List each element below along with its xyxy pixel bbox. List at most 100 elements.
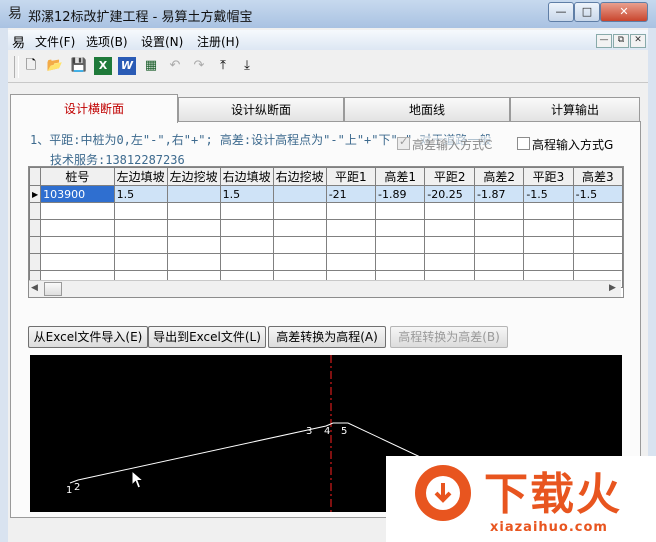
- grid-cell[interactable]: [166, 253, 221, 271]
- column-header[interactable]: 右边填坡: [219, 167, 274, 186]
- new-file-icon[interactable]: 🗋: [22, 57, 40, 75]
- grid-cell[interactable]: [272, 219, 327, 237]
- grid-cell[interactable]: -1.89: [374, 185, 426, 203]
- grid-cell[interactable]: [40, 253, 115, 271]
- row-selector[interactable]: [29, 202, 42, 220]
- grid-cell[interactable]: [219, 236, 274, 254]
- move-down-icon[interactable]: ⤓: [238, 57, 256, 75]
- scroll-left-icon[interactable]: ◀: [31, 283, 38, 293]
- word-icon[interactable]: W: [118, 57, 136, 75]
- table-row[interactable]: ▶ 103900 1.5 1.5 -21 -1.89 -20.25 -1.87 -1.5 -1.5: [29, 185, 623, 203]
- grid-cell[interactable]: -1.5: [572, 185, 623, 203]
- row-selector[interactable]: ▶: [29, 185, 42, 203]
- export-excel-button[interactable]: 导出到Excel文件(L): [148, 326, 266, 348]
- diff-to-elevation-button[interactable]: 高差转换为高程(A): [268, 326, 386, 348]
- excel-icon[interactable]: X: [94, 57, 112, 75]
- column-header[interactable]: 右边挖坡: [272, 167, 327, 186]
- grid-cell[interactable]: [572, 219, 623, 237]
- mdi-restore-button[interactable]: ⧉: [613, 34, 629, 48]
- import-excel-button[interactable]: 从Excel文件导入(E): [28, 326, 148, 348]
- grid-cell[interactable]: [272, 202, 327, 220]
- grid-cell[interactable]: [40, 236, 115, 254]
- column-header[interactable]: 左边挖坡: [166, 167, 221, 186]
- grid-cell[interactable]: [166, 236, 221, 254]
- column-header[interactable]: 桩号: [40, 167, 115, 186]
- column-header[interactable]: 高差1: [374, 167, 426, 186]
- grid-cell[interactable]: [219, 253, 274, 271]
- grid-cell[interactable]: [374, 236, 426, 254]
- grid-cell[interactable]: [523, 236, 574, 254]
- menu-file[interactable]: 文件(F): [35, 33, 75, 50]
- table-row[interactable]: [29, 253, 623, 271]
- grid-cell[interactable]: 103900: [40, 185, 115, 203]
- grid-cell[interactable]: [424, 202, 476, 220]
- grid-cell[interactable]: [325, 219, 376, 237]
- grid-cell[interactable]: [113, 253, 168, 271]
- column-header[interactable]: 左边填坡: [113, 167, 168, 186]
- grid-cell[interactable]: [219, 202, 274, 220]
- grid-cell[interactable]: [113, 219, 168, 237]
- mdi-close-button[interactable]: ✕: [630, 34, 646, 48]
- grid-cell[interactable]: [166, 202, 221, 220]
- column-header[interactable]: 平距3: [523, 167, 574, 186]
- close-button[interactable]: ✕: [600, 2, 648, 22]
- grid-cell[interactable]: [272, 253, 327, 271]
- mdi-minimize-button[interactable]: —: [596, 34, 612, 48]
- grid-cell[interactable]: [523, 202, 574, 220]
- grid-cell[interactable]: [374, 253, 426, 271]
- tab-ground-line[interactable]: 地面线: [344, 97, 510, 122]
- column-header[interactable]: 平距2: [424, 167, 476, 186]
- grid-cell[interactable]: [325, 236, 376, 254]
- open-folder-icon[interactable]: 📂: [46, 57, 64, 75]
- grid-cell[interactable]: -1.5: [523, 185, 574, 203]
- height-diff-mode-checkbox[interactable]: ✓: [397, 135, 410, 150]
- grid-cell[interactable]: -21: [325, 185, 376, 203]
- tab-cross-section[interactable]: 设计横断面: [10, 94, 178, 123]
- undo-icon[interactable]: ↶: [166, 57, 184, 75]
- minimize-button[interactable]: —: [548, 2, 574, 22]
- grid-cell[interactable]: [523, 219, 574, 237]
- grid-cell[interactable]: [166, 185, 221, 203]
- grid-cell[interactable]: [572, 202, 623, 220]
- redo-icon[interactable]: ↷: [190, 57, 208, 75]
- mdi-app-icon[interactable]: 易: [12, 32, 25, 51]
- calculator-icon[interactable]: ▦: [142, 57, 160, 75]
- grid-cell[interactable]: [474, 202, 525, 220]
- menu-settings[interactable]: 设置(N): [141, 33, 183, 50]
- grid-cell[interactable]: [424, 253, 476, 271]
- grid-cell[interactable]: [272, 185, 327, 203]
- row-selector[interactable]: [29, 236, 42, 254]
- table-row[interactable]: [29, 202, 623, 220]
- grid-cell[interactable]: [474, 219, 525, 237]
- grid-cell[interactable]: [272, 236, 327, 254]
- tab-longitudinal-section[interactable]: 设计纵断面: [178, 97, 344, 122]
- row-selector[interactable]: [29, 219, 42, 237]
- grid-cell[interactable]: [40, 202, 115, 220]
- move-up-icon[interactable]: ⤒: [214, 57, 232, 75]
- menu-register[interactable]: 注册(H): [197, 33, 239, 50]
- grid-cell[interactable]: [40, 219, 115, 237]
- grid-cell[interactable]: [572, 236, 623, 254]
- table-row[interactable]: [29, 219, 623, 237]
- column-header[interactable]: 高差2: [474, 167, 525, 186]
- grid-cell[interactable]: [374, 219, 426, 237]
- grid-cell[interactable]: [113, 236, 168, 254]
- column-header[interactable]: 平距1: [325, 167, 376, 186]
- grid-cell[interactable]: [474, 253, 525, 271]
- grid-cell[interactable]: [424, 219, 476, 237]
- grid-cell[interactable]: [166, 219, 221, 237]
- row-selector[interactable]: [29, 253, 42, 271]
- maximize-button[interactable]: □: [574, 2, 600, 22]
- grid-cell[interactable]: -20.25: [424, 185, 476, 203]
- grid-cell[interactable]: [219, 219, 274, 237]
- grid-horizontal-scrollbar[interactable]: ◀ ▶: [29, 280, 621, 297]
- grid-cell[interactable]: [424, 236, 476, 254]
- grid-cell[interactable]: 1.5: [113, 185, 168, 203]
- grid-cell[interactable]: [523, 253, 574, 271]
- column-header[interactable]: 高差3: [572, 167, 623, 186]
- grid-cell[interactable]: 1.5: [219, 185, 274, 203]
- grid-cell[interactable]: [474, 236, 525, 254]
- scroll-thumb[interactable]: [44, 282, 62, 296]
- grid-cell[interactable]: [325, 253, 376, 271]
- elevation-mode-checkbox[interactable]: [517, 137, 530, 150]
